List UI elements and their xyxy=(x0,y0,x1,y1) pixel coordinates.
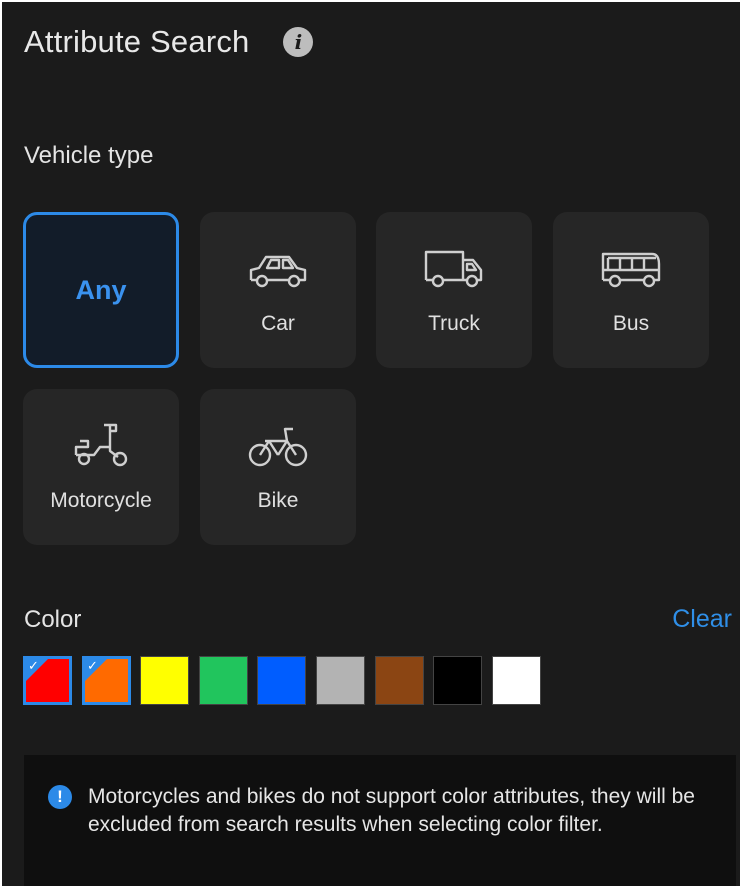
bus-icon xyxy=(601,252,661,288)
vehicle-option-truck[interactable]: Truck xyxy=(376,212,532,368)
color-swatch-blue[interactable] xyxy=(257,656,306,705)
vehicle-option-label: Bus xyxy=(612,312,650,335)
attribute-search-panel: Attribute Search i Vehicle type Any Car … xyxy=(2,2,740,886)
vehicle-option-label: Any xyxy=(75,274,127,305)
vehicle-option-any[interactable]: Any xyxy=(23,212,179,368)
color-swatch-white[interactable] xyxy=(492,656,541,705)
color-swatch-gray[interactable] xyxy=(316,656,365,705)
info-icon[interactable]: i xyxy=(283,27,314,57)
car-icon xyxy=(249,255,307,288)
color-swatch-black[interactable] xyxy=(433,656,482,705)
vehicle-option-label: Bike xyxy=(257,489,299,512)
color-swatch-red[interactable]: ✓ xyxy=(23,656,72,705)
vehicle-type-label: Vehicle type xyxy=(24,142,154,169)
check-icon: ✓ xyxy=(26,658,48,681)
vehicle-option-label: Truck xyxy=(428,312,480,335)
notice-text: Motorcycles and bikes do not support col… xyxy=(88,785,695,836)
vehicle-option-car[interactable]: Car xyxy=(200,212,356,368)
truck-icon xyxy=(424,250,483,288)
bike-icon xyxy=(248,427,308,467)
check-icon: ✓ xyxy=(85,658,107,681)
clear-button[interactable]: Clear xyxy=(672,605,732,634)
color-swatch-yellow[interactable] xyxy=(140,656,189,705)
vehicle-option-bike[interactable]: Bike xyxy=(200,389,356,545)
color-label: Color xyxy=(24,606,82,633)
info-icon: ! xyxy=(48,785,72,809)
header: Attribute Search i xyxy=(24,24,314,60)
vehicle-option-bus[interactable]: Bus xyxy=(553,212,709,368)
color-swatch-green[interactable] xyxy=(199,656,248,705)
color-swatch-brown[interactable] xyxy=(375,656,424,705)
vehicle-option-motorcycle[interactable]: Motorcycle xyxy=(23,389,179,545)
page-title: Attribute Search xyxy=(24,24,250,59)
color-swatch-orange[interactable]: ✓ xyxy=(82,656,131,705)
vehicle-option-label: Motorcycle xyxy=(50,489,152,512)
motorcycle-icon xyxy=(74,423,128,467)
vehicle-option-label: Car xyxy=(261,312,295,335)
notice-banner: ! Motorcycles and bikes do not support c… xyxy=(24,755,736,886)
